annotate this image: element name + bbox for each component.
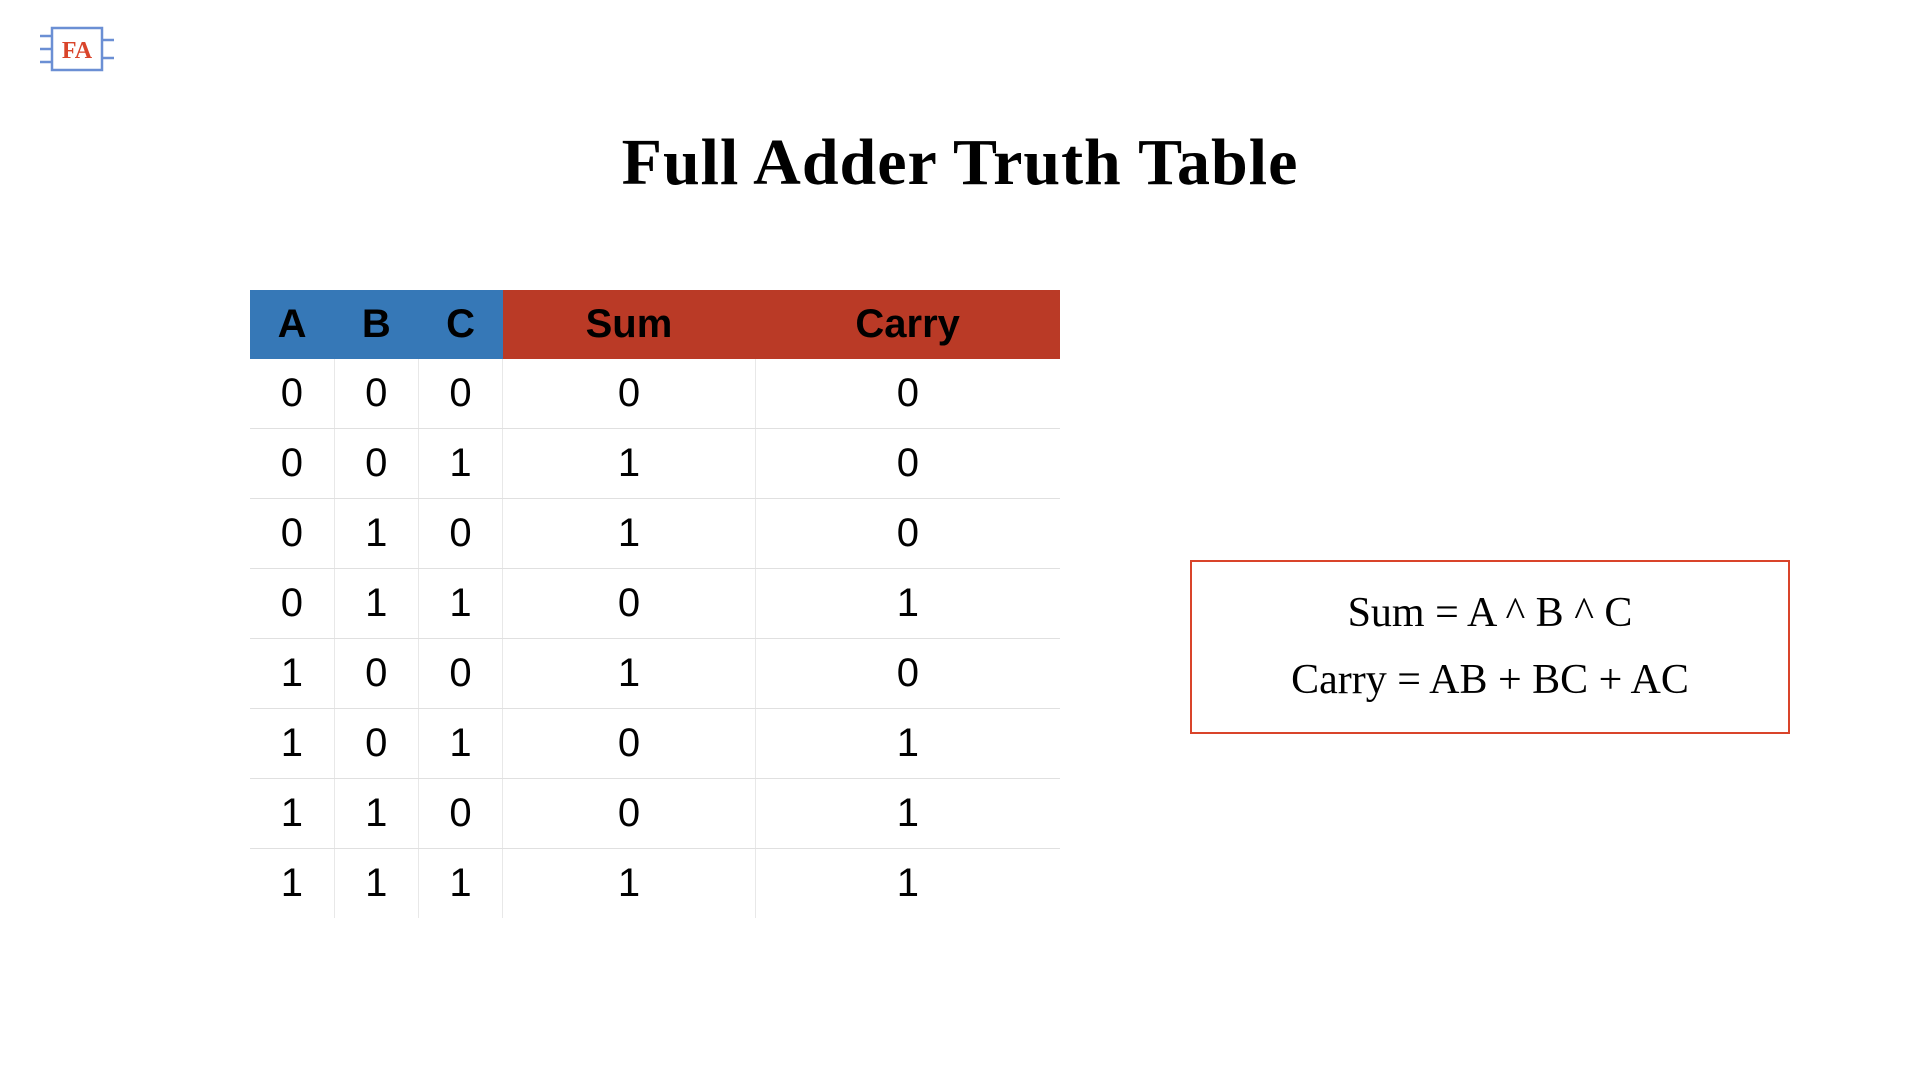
cell-sum: 1 <box>503 639 756 709</box>
cell-sum: 1 <box>503 849 756 919</box>
page-title: Full Adder Truth Table <box>0 125 1920 201</box>
table-row: 11001 <box>250 779 1060 849</box>
cell-carry: 1 <box>755 569 1060 639</box>
table-row: 00000 <box>250 359 1060 429</box>
cell-c: 0 <box>418 639 502 709</box>
cell-sum: 1 <box>503 429 756 499</box>
cell-c: 1 <box>418 849 502 919</box>
table-row: 00110 <box>250 429 1060 499</box>
table-row: 01101 <box>250 569 1060 639</box>
cell-carry: 0 <box>755 429 1060 499</box>
cell-a: 1 <box>250 849 334 919</box>
header-a: A <box>250 290 334 359</box>
cell-c: 1 <box>418 429 502 499</box>
truth-table: A B C Sum Carry 000000011001010011011001… <box>250 290 1060 918</box>
cell-c: 1 <box>418 569 502 639</box>
table-row: 01010 <box>250 499 1060 569</box>
svg-text:FA: FA <box>62 38 93 64</box>
cell-b: 0 <box>334 429 418 499</box>
cell-a: 0 <box>250 359 334 429</box>
cell-a: 1 <box>250 709 334 779</box>
cell-carry: 1 <box>755 849 1060 919</box>
cell-b: 1 <box>334 849 418 919</box>
cell-a: 0 <box>250 499 334 569</box>
header-b: B <box>334 290 418 359</box>
table-row: 10101 <box>250 709 1060 779</box>
cell-b: 0 <box>334 709 418 779</box>
cell-a: 0 <box>250 569 334 639</box>
cell-sum: 1 <box>503 499 756 569</box>
cell-carry: 1 <box>755 779 1060 849</box>
cell-c: 1 <box>418 709 502 779</box>
cell-a: 1 <box>250 639 334 709</box>
table-header-row: A B C Sum Carry <box>250 290 1060 359</box>
formula-sum: Sum = A ^ B ^ C <box>1202 580 1778 647</box>
header-sum: Sum <box>503 290 756 359</box>
logo-icon: FA <box>38 20 116 78</box>
cell-sum: 0 <box>503 359 756 429</box>
cell-carry: 1 <box>755 709 1060 779</box>
header-c: C <box>418 290 502 359</box>
cell-sum: 0 <box>503 709 756 779</box>
cell-b: 0 <box>334 359 418 429</box>
formula-box: Sum = A ^ B ^ C Carry = AB + BC + AC <box>1190 560 1790 734</box>
cell-carry: 0 <box>755 359 1060 429</box>
cell-carry: 0 <box>755 499 1060 569</box>
cell-c: 0 <box>418 499 502 569</box>
cell-c: 0 <box>418 359 502 429</box>
cell-sum: 0 <box>503 569 756 639</box>
cell-c: 0 <box>418 779 502 849</box>
table-row: 10010 <box>250 639 1060 709</box>
formula-carry: Carry = AB + BC + AC <box>1202 647 1778 714</box>
cell-b: 1 <box>334 779 418 849</box>
cell-a: 0 <box>250 429 334 499</box>
cell-sum: 0 <box>503 779 756 849</box>
cell-b: 1 <box>334 569 418 639</box>
header-carry: Carry <box>755 290 1060 359</box>
cell-a: 1 <box>250 779 334 849</box>
table-row: 11111 <box>250 849 1060 919</box>
cell-b: 1 <box>334 499 418 569</box>
cell-carry: 0 <box>755 639 1060 709</box>
cell-b: 0 <box>334 639 418 709</box>
